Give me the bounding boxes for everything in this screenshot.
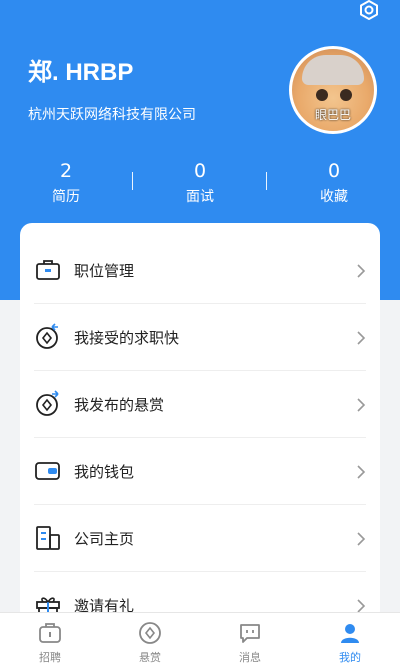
menu-item-wallet[interactable]: 我的钱包: [34, 438, 366, 505]
tab-label: 悬赏: [139, 651, 161, 664]
stat-divider: [132, 172, 133, 190]
stat-interviews[interactable]: 0 面试: [145, 160, 255, 206]
bottom-tab-bar: 招聘 悬赏 消息 我的: [0, 612, 400, 666]
wallet-icon: [34, 457, 62, 485]
stat-label: 面试: [186, 189, 214, 205]
menu-card: 职位管理 我接受的求职快 我发布的悬赏 我的钱包 公司主页 邀请有礼: [20, 223, 380, 623]
tab-label: 我的: [339, 651, 361, 664]
stat-resumes[interactable]: 2 简历: [11, 160, 121, 206]
coin-arrow-in-icon: [34, 323, 62, 351]
bounty-icon: [100, 621, 200, 645]
stat-divider: [266, 172, 267, 190]
stat-value: 0: [193, 160, 207, 182]
avatar-tag: 眼巴巴: [314, 108, 351, 122]
menu-item-accepted-requests[interactable]: 我接受的求职快: [34, 304, 366, 371]
menu-item-label: 公司主页: [74, 529, 135, 548]
tab-mine[interactable]: 我的: [300, 621, 400, 665]
tab-messages[interactable]: 消息: [200, 621, 300, 665]
tab-recruit[interactable]: 招聘: [0, 621, 100, 665]
message-icon: [200, 621, 300, 645]
avatar[interactable]: 眼巴巴: [289, 46, 377, 134]
avatar-eye-right: [340, 89, 352, 101]
stat-label: 简历: [52, 189, 80, 205]
tab-label: 消息: [239, 651, 261, 664]
menu-item-position-management[interactable]: 职位管理: [34, 237, 366, 304]
tab-label: 招聘: [39, 651, 61, 664]
settings-button[interactable]: [356, 0, 382, 22]
coin-arrow-out-icon: [34, 390, 62, 418]
briefcase-icon: [34, 256, 62, 284]
stat-value: 0: [327, 160, 341, 182]
avatar-hat: [302, 55, 364, 85]
gear-icon: [360, 0, 378, 20]
chevron-right-icon: [356, 330, 366, 349]
chevron-right-icon: [356, 464, 366, 483]
menu-item-label: 我发布的悬赏: [74, 395, 165, 414]
stat-label: 收藏: [320, 189, 348, 205]
person-icon: [300, 621, 400, 645]
stat-favorites[interactable]: 0 收藏: [279, 160, 389, 206]
tab-bounty[interactable]: 悬赏: [100, 621, 200, 665]
company-name[interactable]: 杭州天跃网络科技有限公司: [28, 104, 196, 124]
building-icon: [34, 524, 62, 552]
chevron-right-icon: [356, 397, 366, 416]
briefcase-icon: [0, 621, 100, 645]
user-name: 郑. HRBP: [28, 59, 134, 86]
menu-item-label: 我的钱包: [74, 462, 135, 481]
menu-item-published-bounties[interactable]: 我发布的悬赏: [34, 371, 366, 438]
chevron-right-icon: [356, 531, 366, 550]
menu-item-company-page[interactable]: 公司主页: [34, 505, 366, 572]
avatar-eye-left: [316, 89, 328, 101]
stat-value: 2: [59, 160, 73, 182]
stats-bar: 2 简历 0 面试 0 收藏: [0, 160, 400, 208]
menu-item-label: 我接受的求职快: [74, 328, 180, 347]
chevron-right-icon: [356, 263, 366, 282]
menu-item-label: 职位管理: [74, 261, 135, 280]
